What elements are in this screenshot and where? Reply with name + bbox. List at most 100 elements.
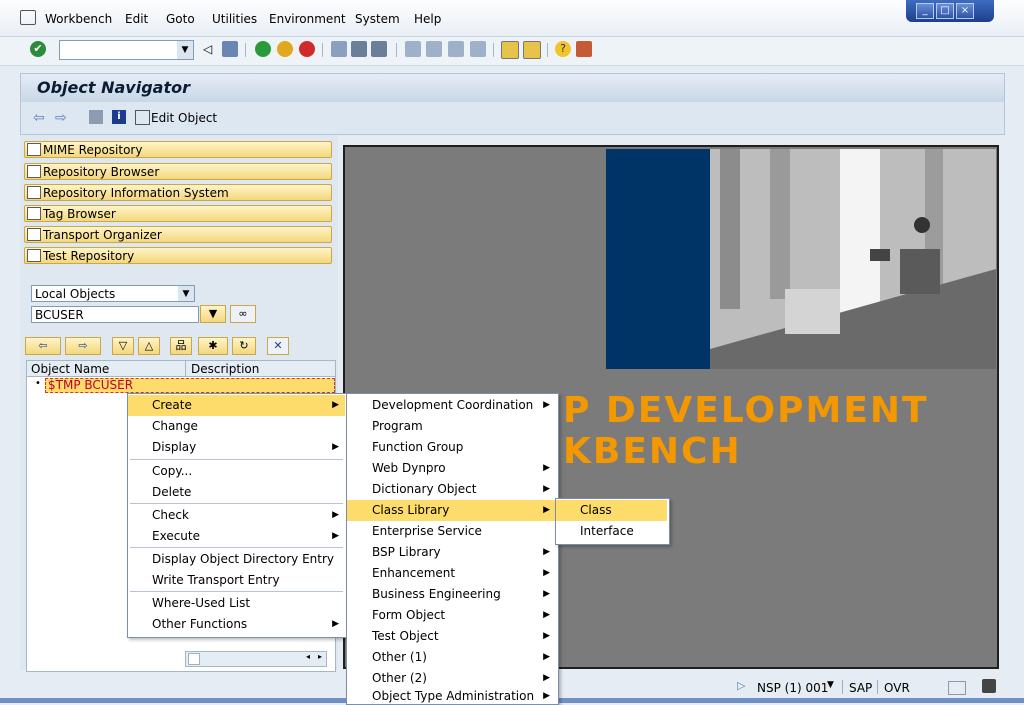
arrow-left-icon[interactable]: ⇦ bbox=[33, 110, 45, 126]
back-icon[interactable] bbox=[255, 41, 271, 57]
refresh-icon[interactable]: ↻ bbox=[232, 337, 256, 355]
menu-environment[interactable]: Environment bbox=[269, 12, 346, 26]
close-icon[interactable]: ✕ bbox=[267, 337, 289, 355]
new-session-icon[interactable] bbox=[501, 41, 519, 59]
submenu-dictionary-object[interactable]: Dictionary Object ▶ bbox=[347, 479, 556, 500]
hierarchy-icon[interactable]: 品 bbox=[170, 337, 192, 355]
shortcut-icon[interactable] bbox=[523, 41, 541, 59]
transport-organizer-button[interactable]: Transport Organizer bbox=[24, 226, 332, 243]
submenu-business-engineering[interactable]: Business Engineering ▶ bbox=[347, 584, 556, 605]
menu-delete[interactable]: Delete bbox=[128, 482, 345, 503]
test-repository-button[interactable]: Test Repository bbox=[24, 247, 332, 264]
status-arrow-icon[interactable]: ▷ bbox=[737, 679, 745, 692]
menu-check[interactable]: Check ▶ bbox=[128, 505, 345, 526]
repository-browser-button[interactable]: Repository Browser bbox=[24, 163, 332, 180]
maximize-icon[interactable]: □ bbox=[936, 3, 954, 19]
save-icon[interactable] bbox=[222, 41, 238, 57]
find-icon[interactable] bbox=[351, 41, 367, 57]
menu-copy[interactable]: Copy... bbox=[128, 461, 345, 482]
submenu-test-object[interactable]: Test Object ▶ bbox=[347, 626, 556, 647]
col-description[interactable]: Description bbox=[191, 362, 259, 376]
chevron-down-icon[interactable]: ▼ bbox=[177, 41, 193, 59]
mime-repository-button[interactable]: MIME Repository bbox=[24, 141, 332, 158]
menu-execute[interactable]: Execute ▶ bbox=[128, 526, 345, 547]
chevron-right-icon: ▶ bbox=[543, 463, 550, 473]
expand-icon[interactable]: ▽ bbox=[112, 337, 134, 355]
chevron-right-icon: ▶ bbox=[543, 400, 550, 410]
display-glasses-icon[interactable]: ∞ bbox=[230, 305, 256, 323]
repository-information-system-button[interactable]: Repository Information System bbox=[24, 184, 332, 201]
command-field[interactable]: ▼ bbox=[59, 40, 194, 60]
submenu-other-1[interactable]: Other (1) ▶ bbox=[347, 647, 556, 668]
cancel-icon[interactable] bbox=[299, 41, 315, 57]
menu-help[interactable]: Help bbox=[414, 12, 441, 26]
banner-line-1: P DEVELOPMENT bbox=[563, 390, 929, 431]
blue-panel bbox=[606, 149, 710, 369]
tree-row[interactable]: • $TMP BCUSER bbox=[27, 378, 335, 394]
previous-object-button[interactable]: ⇦ bbox=[25, 337, 61, 355]
user-input[interactable]: BCUSER bbox=[31, 306, 199, 323]
menu-edit[interactable]: Edit bbox=[125, 12, 148, 26]
chevron-down-icon[interactable]: ▼ bbox=[178, 286, 194, 301]
minimize-icon[interactable]: _ bbox=[916, 3, 934, 19]
horizontal-scrollbar[interactable]: ◂ ▸ bbox=[185, 651, 327, 667]
submenu-bsp-library[interactable]: BSP Library ▶ bbox=[347, 542, 556, 563]
menu-create[interactable]: Create ▶ bbox=[128, 395, 345, 416]
scroll-left-icon[interactable]: ◂ bbox=[306, 652, 310, 661]
submenu-form-object[interactable]: Form Object ▶ bbox=[347, 605, 556, 626]
menu-other-functions[interactable]: Other Functions ▶ bbox=[128, 614, 345, 635]
col-object-name[interactable]: Object Name bbox=[31, 362, 109, 376]
dropdown-button[interactable]: ▼ bbox=[200, 305, 226, 323]
submenu-other-2[interactable]: Other (2) ▶ bbox=[347, 668, 556, 689]
chevron-right-icon: ▶ bbox=[543, 631, 550, 641]
tag-browser-button[interactable]: Tag Browser bbox=[24, 205, 332, 222]
submenu-interface[interactable]: Interface bbox=[556, 521, 667, 542]
menu-write-transport-entry[interactable]: Write Transport Entry bbox=[128, 570, 345, 591]
collapse-icon[interactable]: △ bbox=[138, 337, 160, 355]
root-node[interactable]: $TMP BCUSER bbox=[48, 378, 133, 392]
hierarchy-icon[interactable] bbox=[89, 110, 103, 124]
help-icon[interactable]: ? bbox=[555, 41, 571, 57]
office-photo-illustration bbox=[710, 149, 996, 369]
enter-icon[interactable]: ✔ bbox=[30, 41, 46, 57]
next-object-button[interactable]: ⇨ bbox=[65, 337, 101, 355]
mime-icon bbox=[27, 143, 41, 156]
menu-icon[interactable] bbox=[20, 10, 36, 25]
bullet-icon: • bbox=[35, 378, 41, 389]
settings-icon[interactable]: ✱ bbox=[198, 337, 228, 355]
next-page-icon[interactable] bbox=[448, 41, 464, 57]
arrow-right-icon[interactable]: ⇨ bbox=[55, 110, 67, 126]
exit-icon[interactable] bbox=[277, 41, 293, 57]
submenu-development-coordination[interactable]: Development Coordination ▶ bbox=[347, 395, 556, 416]
last-page-icon[interactable] bbox=[470, 41, 486, 57]
print-icon[interactable] bbox=[331, 41, 347, 57]
first-page-icon[interactable] bbox=[405, 41, 421, 57]
submenu-class[interactable]: Class bbox=[556, 500, 667, 521]
scroll-right-icon[interactable]: ▸ bbox=[318, 652, 322, 661]
layout-icon[interactable] bbox=[576, 41, 592, 57]
menu-goto[interactable]: Goto bbox=[166, 12, 195, 26]
menu-workbench[interactable]: Workbench bbox=[45, 12, 112, 26]
menu-system[interactable]: System bbox=[355, 12, 400, 26]
find-next-icon[interactable] bbox=[371, 41, 387, 57]
info-icon[interactable]: i bbox=[112, 110, 126, 124]
edit-object-button[interactable]: Edit Object bbox=[151, 111, 217, 125]
menu-where-used-list[interactable]: Where-Used List bbox=[128, 593, 345, 614]
chevron-down-icon[interactable]: ▼ bbox=[827, 680, 834, 690]
submenu-enhancement[interactable]: Enhancement ▶ bbox=[347, 563, 556, 584]
menu-display[interactable]: Display ▶ bbox=[128, 437, 345, 458]
submenu-function-group[interactable]: Function Group bbox=[347, 437, 556, 458]
submenu-object-type-administration[interactable]: Object Type Administration ▶ bbox=[347, 689, 556, 703]
submenu-enterprise-service[interactable]: Enterprise Service bbox=[347, 521, 556, 542]
previous-page-icon[interactable] bbox=[426, 41, 442, 57]
submenu-class-library[interactable]: Class Library ▶ bbox=[347, 500, 556, 521]
close-icon[interactable]: × bbox=[956, 3, 974, 19]
object-list-select[interactable]: Local Objects ▼ bbox=[31, 285, 195, 302]
menu-change[interactable]: Change bbox=[128, 416, 345, 437]
back-arrow-icon[interactable]: ◁ bbox=[203, 41, 219, 57]
submenu-program[interactable]: Program bbox=[347, 416, 556, 437]
lock-icon[interactable] bbox=[982, 679, 996, 693]
menu-utilities[interactable]: Utilities bbox=[212, 12, 257, 26]
menu-display-object-directory-entry[interactable]: Display Object Directory Entry bbox=[128, 549, 345, 570]
submenu-web-dynpro[interactable]: Web Dynpro ▶ bbox=[347, 458, 556, 479]
